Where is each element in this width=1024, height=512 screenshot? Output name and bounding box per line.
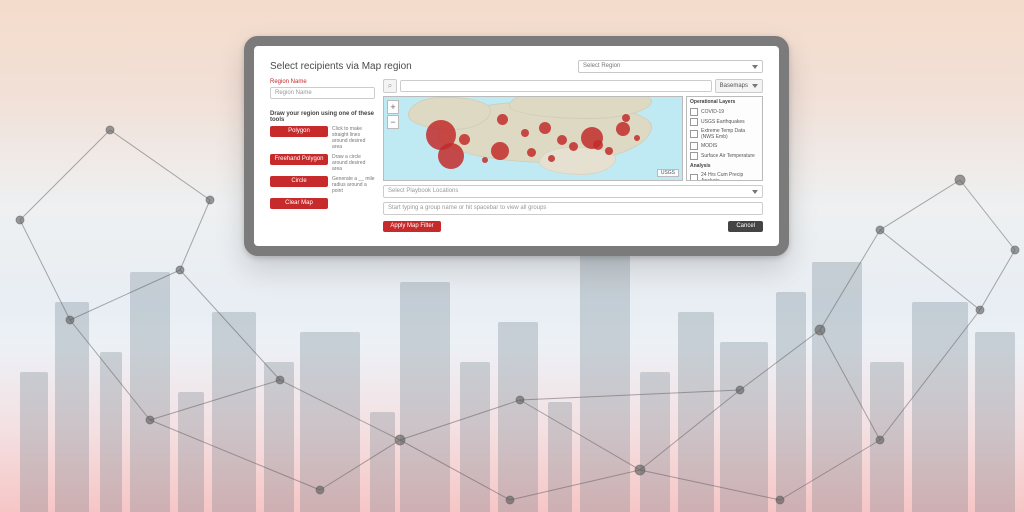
freehand-button[interactable]: Freehand Polygon xyxy=(270,154,328,165)
draw-tools-title: Draw your region using one of these tool… xyxy=(270,111,375,123)
left-sidebar: Region Name Region Name Draw your region… xyxy=(270,79,375,232)
layers-header: Operational Layers xyxy=(687,97,762,107)
region-name-input[interactable]: Region Name xyxy=(270,87,375,99)
layer-item[interactable]: MODIS xyxy=(687,141,762,151)
polygon-button[interactable]: Polygon xyxy=(270,126,328,137)
layer-item[interactable]: 24 Hrs Cum Precip Analysis xyxy=(687,171,762,181)
basemap-dropdown[interactable]: Basemaps xyxy=(715,79,763,93)
checkbox-icon[interactable] xyxy=(690,152,698,160)
city-skyline xyxy=(0,212,1024,512)
playbook-locations-dropdown[interactable]: Select Playbook Locations xyxy=(383,185,763,198)
circle-button[interactable]: Circle xyxy=(270,176,328,187)
panel: Select recipients via Map region Select … xyxy=(254,46,779,246)
layer-item[interactable]: USGS Earthquakes xyxy=(687,117,762,127)
checkbox-icon[interactable] xyxy=(690,108,698,116)
map-canvas[interactable]: + − USGS xyxy=(383,96,683,181)
map-column: ⌕ Basemaps xyxy=(383,79,763,232)
region-select-dropdown[interactable]: Select Region xyxy=(578,60,763,73)
polygon-hint: Click to make straight lines around desi… xyxy=(332,126,375,150)
checkbox-icon[interactable] xyxy=(690,118,698,126)
apply-filter-button[interactable]: Apply Map Filter xyxy=(383,221,441,232)
clear-map-button[interactable]: Clear Map xyxy=(270,198,328,209)
map-search-input[interactable] xyxy=(400,80,712,92)
analysis-header: Analysis xyxy=(687,161,762,171)
zoom-in-button[interactable]: + xyxy=(387,100,399,114)
layer-item[interactable]: Extreme Temp Data (NWS Emb) xyxy=(687,127,762,141)
layers-panel: Layers Operational Layers COVID-19 USGS … xyxy=(686,96,763,181)
checkbox-icon[interactable] xyxy=(690,142,698,150)
device-frame: Select recipients via Map region Select … xyxy=(244,36,789,256)
zoom-controls: + − xyxy=(387,100,399,129)
circle-hint: Generate a __ mile radius around a point xyxy=(332,176,375,194)
map-attribution: USGS xyxy=(657,169,679,177)
page-title: Select recipients via Map region xyxy=(270,61,412,72)
group-search-input[interactable]: Start typing a group name or hit spaceba… xyxy=(383,202,763,215)
layer-item[interactable]: COVID-19 xyxy=(687,107,762,117)
layer-item[interactable]: Surface Air Temperature xyxy=(687,151,762,161)
checkbox-icon[interactable] xyxy=(690,130,698,138)
freehand-hint: Draw a circle around desired area xyxy=(332,154,375,172)
region-name-label: Region Name xyxy=(270,79,375,85)
search-icon[interactable]: ⌕ xyxy=(383,79,397,93)
zoom-out-button[interactable]: − xyxy=(387,115,399,129)
cancel-button[interactable]: Cancel xyxy=(728,221,763,232)
checkbox-icon[interactable] xyxy=(690,174,698,181)
